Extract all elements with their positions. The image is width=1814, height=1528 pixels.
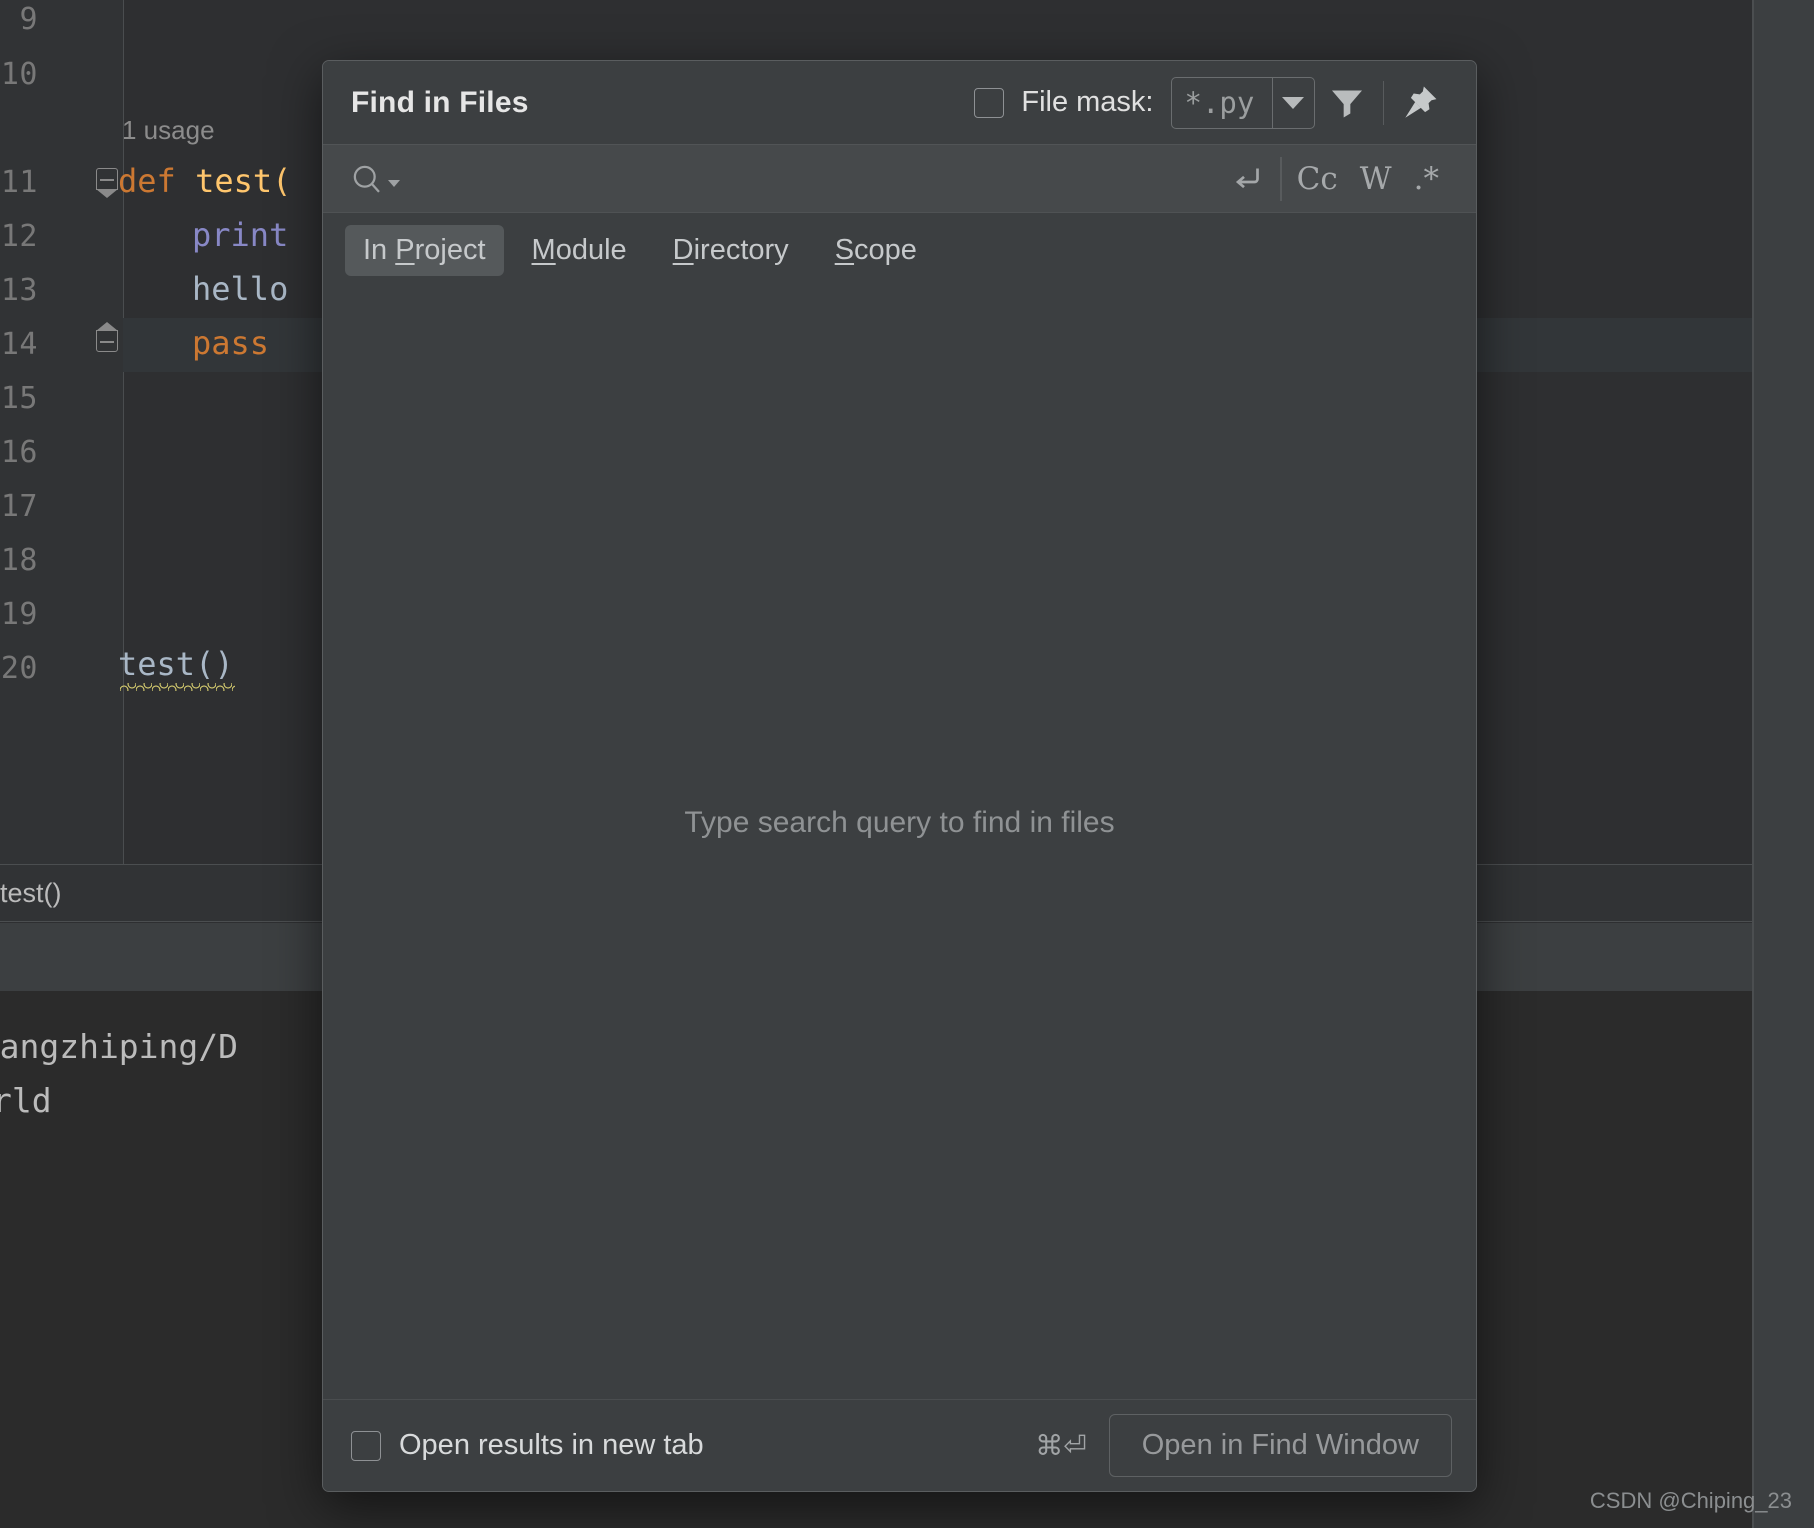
scope-tabs: In Project Module Directory Scope	[323, 213, 1476, 287]
dialog-header: Find in Files File mask: *.py	[323, 61, 1476, 145]
search-icon	[353, 165, 380, 193]
tab-text: irectory	[693, 233, 789, 266]
right-tool-rail[interactable]	[1754, 0, 1814, 1528]
warning-squiggle	[120, 683, 235, 691]
console-line: ouyangzhiping/D	[0, 1027, 239, 1066]
open-in-find-window-button[interactable]: Open in Find Window	[1108, 1414, 1452, 1477]
pin-button[interactable]	[1388, 71, 1452, 135]
code-line-hello: hello	[192, 270, 289, 308]
shortcut-hint: ⌘⏎	[1035, 1429, 1087, 1462]
line-number: 18	[0, 543, 38, 578]
file-mask-checkbox[interactable]	[974, 87, 1005, 118]
fold-marker-close-icon[interactable]	[96, 330, 118, 352]
filter-icon	[1331, 90, 1362, 117]
tab-scope[interactable]: Scope	[817, 225, 935, 276]
find-in-files-dialog: Find in Files File mask: *.py Cc W .* In…	[322, 60, 1477, 1492]
line-number: 14	[0, 327, 38, 362]
line-number: 16	[0, 435, 38, 470]
open-in-new-tab-label: Open results in new tab	[399, 1429, 704, 1461]
search-input[interactable]	[400, 162, 1219, 195]
tab-directory[interactable]: Directory	[655, 225, 807, 276]
code-line-def: def test(	[118, 162, 291, 200]
dialog-footer: Open results in new tab ⌘⏎ Open in Find …	[323, 1399, 1476, 1491]
tab-in-project[interactable]: In Project	[345, 224, 504, 276]
tab-mnemonic: M	[531, 233, 556, 266]
header-controls: File mask: *.py	[974, 71, 1452, 135]
match-case-toggle[interactable]: Cc	[1286, 161, 1349, 197]
regex-toggle[interactable]: .*	[1403, 161, 1450, 197]
line-number: 11	[0, 165, 38, 200]
filter-button[interactable]	[1315, 71, 1379, 135]
code-line-pass: pass	[192, 324, 270, 362]
search-history-chevron-icon	[388, 180, 400, 187]
multiline-toggle-button[interactable]	[1218, 150, 1276, 208]
tab-module[interactable]: Module	[514, 225, 645, 276]
search-icon-group[interactable]	[349, 161, 400, 197]
line-number: 17	[0, 489, 38, 524]
line-number: 12	[0, 219, 38, 254]
code-function-name: test(	[195, 162, 292, 200]
line-number: 9	[19, 2, 38, 37]
code-line-print: print	[192, 216, 289, 254]
fold-marker-open-icon[interactable]	[96, 168, 118, 190]
tab-text: odule	[555, 233, 627, 266]
file-mask-combobox[interactable]: *.py	[1170, 76, 1315, 129]
line-number: 20	[0, 651, 38, 686]
empty-state-message: Type search query to find in files	[684, 806, 1115, 839]
file-mask-value[interactable]: *.py	[1172, 78, 1272, 128]
tab-text: cope	[854, 233, 917, 266]
screen-root: 9 10 11 12 13 14 15 16 17 18 19 20 1 usa…	[0, 0, 1814, 1528]
tab-text: In	[363, 233, 396, 266]
console-line: rld	[0, 1081, 52, 1120]
multiline-icon	[1236, 168, 1260, 188]
file-mask-label: File mask:	[1021, 86, 1154, 118]
code-line-call: test()	[118, 645, 234, 683]
divider	[1280, 156, 1282, 201]
usage-hint[interactable]: 1 usage	[122, 115, 215, 146]
line-number: 10	[0, 57, 38, 92]
code-keyword-def: def	[118, 162, 196, 200]
tab-mnemonic: P	[395, 233, 415, 266]
pin-icon	[1405, 86, 1437, 118]
words-toggle[interactable]: W	[1349, 161, 1403, 197]
console-line: )	[0, 1241, 6, 1280]
file-mask-dropdown-button[interactable]	[1271, 77, 1314, 128]
divider	[1382, 80, 1384, 125]
dialog-title: Find in Files	[351, 85, 529, 119]
line-number: 13	[0, 273, 38, 308]
results-area: Type search query to find in files	[323, 287, 1476, 1399]
tab-mnemonic: S	[834, 233, 855, 266]
open-in-new-tab-checkbox[interactable]	[351, 1430, 381, 1461]
editor-gutter	[0, 0, 123, 864]
line-number: 15	[0, 381, 38, 416]
watermark: CSDN @Chiping_23	[1589, 1488, 1792, 1513]
search-bar[interactable]: Cc W .*	[323, 145, 1476, 213]
chevron-down-icon	[1282, 96, 1304, 109]
line-number: 19	[0, 597, 38, 632]
breadcrumb-label: test()	[0, 877, 62, 908]
tab-text: roject	[414, 233, 486, 266]
tab-mnemonic: D	[672, 233, 694, 266]
